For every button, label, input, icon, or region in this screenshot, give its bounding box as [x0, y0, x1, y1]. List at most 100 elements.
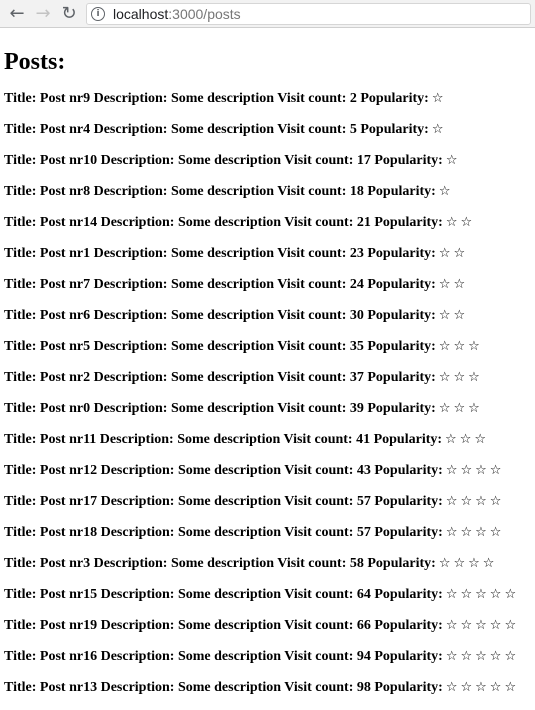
star-outline-icon: ☆: [453, 246, 466, 261]
description-label: Description:: [100, 587, 175, 602]
post-title: Post nr12: [39, 463, 98, 478]
star-outline-icon: ☆: [475, 680, 487, 695]
description-label: Description:: [93, 91, 168, 106]
star-outline-icon: ☆: [445, 649, 458, 664]
title-label: Title:: [4, 401, 37, 416]
forward-arrow-icon[interactable]: →: [30, 2, 56, 26]
description-label: Description:: [100, 618, 175, 633]
popularity-label: Popularity:: [374, 215, 443, 230]
title-label: Title:: [4, 618, 37, 633]
visit-count-label: Visit count:: [284, 587, 354, 602]
description-label: Description:: [93, 246, 168, 261]
post-title: Post nr17: [39, 494, 98, 509]
title-label: Title:: [4, 277, 37, 292]
star-outline-icon: ☆: [468, 556, 480, 571]
description-label: Description:: [100, 215, 175, 230]
visit-count-label: Visit count:: [284, 649, 354, 664]
star-outline-icon: ☆: [431, 91, 444, 106]
star-outline-icon: ☆: [453, 401, 466, 416]
post-visit-count: 5: [349, 122, 357, 137]
star-outline-icon: ☆: [468, 370, 480, 385]
reload-icon[interactable]: ↻: [56, 2, 82, 26]
star-outline-icon: ☆: [445, 463, 458, 478]
visit-count-label: Visit count:: [284, 153, 354, 168]
back-arrow-icon[interactable]: ←: [4, 2, 30, 26]
description-label: Description:: [100, 680, 175, 695]
post-visit-count: 21: [356, 215, 371, 230]
star-outline-icon: ☆: [445, 525, 458, 540]
popularity-stars: ☆ ☆ ☆ ☆: [443, 525, 502, 540]
star-outline-icon: ☆: [445, 494, 458, 509]
post-visit-count: 18: [349, 184, 364, 199]
visit-count-label: Visit count:: [284, 525, 354, 540]
visit-count-label: Visit count:: [277, 556, 347, 571]
list-item: Title: Post nr17 Description: Some descr…: [4, 493, 531, 524]
title-label: Title:: [4, 308, 37, 323]
address-bar[interactable]: i localhost:3000/posts: [86, 2, 531, 25]
description-label: Description:: [93, 184, 168, 199]
title-label: Title:: [4, 587, 37, 602]
list-item: Title: Post nr12 Description: Some descr…: [4, 462, 531, 493]
star-outline-icon: ☆: [438, 556, 451, 571]
star-outline-icon: ☆: [475, 463, 487, 478]
popularity-stars: ☆ ☆ ☆ ☆: [443, 463, 502, 478]
description-label: Description:: [93, 339, 168, 354]
popularity-label: Popularity:: [374, 463, 443, 478]
popularity-stars: ☆ ☆ ☆: [436, 370, 480, 385]
title-label: Title:: [4, 463, 37, 478]
post-description: Some description: [177, 525, 282, 540]
title-label: Title:: [4, 91, 37, 106]
post-description: Some description: [177, 153, 282, 168]
visit-count-label: Visit count:: [277, 308, 347, 323]
title-label: Title:: [4, 184, 37, 199]
page-content: Posts: Title: Post nr9 Description: Some…: [0, 48, 535, 710]
post-visit-count: 57: [356, 494, 371, 509]
post-visit-count: 43: [356, 463, 371, 478]
list-item: Title: Post nr4 Description: Some descri…: [4, 121, 531, 152]
star-outline-icon: ☆: [445, 432, 457, 447]
popularity-label: Popularity:: [373, 432, 443, 447]
popularity-label: Popularity:: [367, 184, 436, 199]
star-outline-icon: ☆: [459, 432, 472, 447]
post-description: Some description: [177, 494, 282, 509]
post-description: Some description: [170, 91, 275, 106]
post-visit-count: 30: [349, 308, 364, 323]
post-description: Some description: [177, 649, 282, 664]
post-title: Post nr5: [39, 339, 91, 354]
star-outline-icon: ☆: [438, 184, 451, 199]
star-outline-icon: ☆: [475, 525, 487, 540]
title-label: Title:: [4, 215, 37, 230]
post-visit-count: 41: [356, 432, 371, 447]
star-outline-icon: ☆: [482, 556, 495, 571]
star-outline-icon: ☆: [438, 339, 451, 354]
popularity-label: Popularity:: [374, 587, 443, 602]
post-description: Some description: [170, 339, 275, 354]
star-outline-icon: ☆: [438, 370, 451, 385]
star-outline-icon: ☆: [475, 618, 487, 633]
list-item: Title: Post nr1 Description: Some descri…: [4, 245, 531, 276]
description-label: Description:: [93, 277, 168, 292]
star-outline-icon: ☆: [504, 587, 517, 602]
star-outline-icon: ☆: [460, 587, 473, 602]
popularity-stars: ☆ ☆ ☆: [436, 401, 480, 416]
visit-count-label: Visit count:: [283, 432, 353, 447]
list-item: Title: Post nr11 Description: Some descr…: [4, 431, 531, 462]
info-icon[interactable]: i: [91, 6, 105, 21]
star-outline-icon: ☆: [438, 246, 451, 261]
popularity-stars: ☆ ☆ ☆ ☆ ☆: [443, 649, 516, 664]
post-visit-count: 58: [349, 556, 364, 571]
star-outline-icon: ☆: [438, 401, 451, 416]
post-description: Some description: [177, 215, 282, 230]
star-outline-icon: ☆: [453, 308, 466, 323]
title-label: Title:: [4, 370, 37, 385]
visit-count-label: Visit count:: [277, 122, 347, 137]
popularity-label: Popularity:: [374, 618, 443, 633]
popularity-label: Popularity:: [367, 308, 436, 323]
post-visit-count: 66: [356, 618, 371, 633]
popularity-label: Popularity:: [367, 370, 436, 385]
popularity-label: Popularity:: [374, 649, 443, 664]
post-title: Post nr3: [39, 556, 91, 571]
title-label: Title:: [4, 680, 37, 695]
list-item: Title: Post nr18 Description: Some descr…: [4, 524, 531, 555]
star-outline-icon: ☆: [460, 680, 473, 695]
